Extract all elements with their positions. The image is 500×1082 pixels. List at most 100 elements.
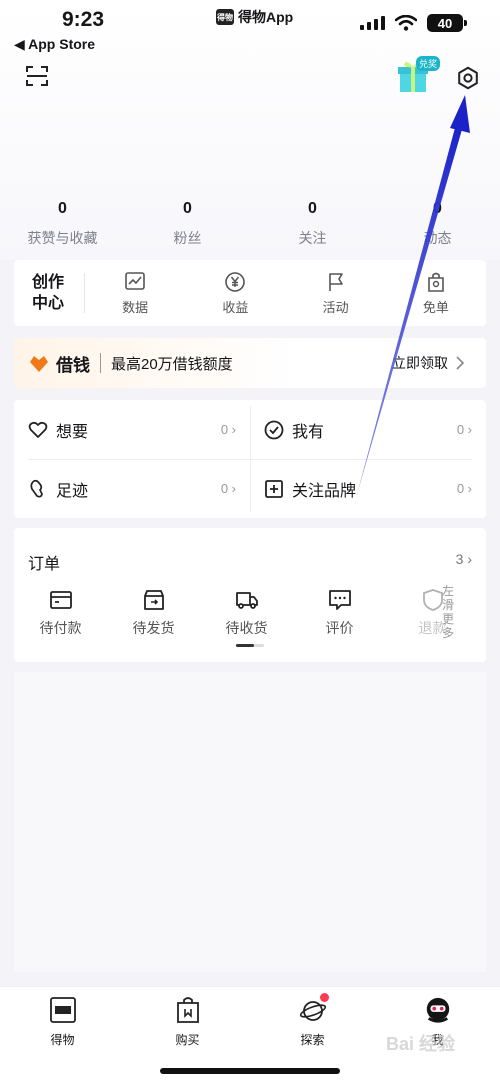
orders-count-value: 3 — [455, 551, 464, 567]
shield-icon — [422, 589, 443, 611]
loan-banner[interactable]: 借钱 最高20万借钱额度 立即领取 — [14, 338, 486, 388]
swipe-hint: 左滑更多 — [442, 584, 455, 640]
stat-posts[interactable]: 0 动态 — [375, 200, 500, 248]
count-value: 0 — [456, 422, 465, 437]
chart-icon — [125, 271, 145, 290]
watermark: Bai 经验 — [386, 1034, 456, 1054]
stat-value: 0 — [183, 200, 192, 217]
creator-center-card: 创作 中心 数据 收益 活动 免单 — [14, 260, 486, 326]
creator-item-data[interactable]: 数据 — [85, 271, 185, 316]
loan-name: 借钱 — [56, 355, 90, 375]
order-item-label: 待付款 — [39, 620, 82, 636]
stat-likes[interactable]: 0 获赞与收藏 — [0, 200, 125, 248]
order-item-label: 待收货 — [225, 620, 268, 636]
tab-label: 探索 — [300, 1033, 325, 1047]
favorite-want[interactable]: 想要 0 › — [14, 400, 250, 459]
tab-explore[interactable]: 探索 — [250, 987, 375, 1048]
stat-label: 粉丝 — [173, 230, 202, 246]
creator-item-earnings[interactable]: 收益 — [185, 271, 285, 316]
chevron-right-icon — [456, 356, 464, 370]
tab-label: 购买 — [175, 1033, 200, 1047]
battery-icon: 40 — [427, 14, 467, 32]
back-to-app-store[interactable]: ◀ App Store — [14, 36, 95, 53]
flag-icon — [328, 272, 343, 291]
creator-title-line: 中心 — [32, 295, 65, 312]
check-circle-icon — [264, 420, 284, 439]
creator-item-label: 活动 — [322, 299, 349, 315]
order-pending-receipt[interactable]: 待收货 — [200, 588, 293, 638]
favorite-count: 0 › — [220, 422, 236, 437]
footprint-icon — [30, 479, 43, 498]
order-refund[interactable]: 退款 — [386, 588, 479, 638]
dewu-logo-icon — [49, 995, 77, 1025]
heart-icon — [28, 421, 48, 438]
shopping-bag-icon — [174, 995, 202, 1025]
card-icon — [49, 591, 72, 609]
app-logo-icon: 得物 — [216, 9, 234, 25]
planet-icon — [299, 993, 329, 1025]
avatar-icon — [424, 995, 452, 1025]
order-pending-payment[interactable]: 待付款 — [14, 588, 107, 638]
gift-badge: 兑奖 — [416, 56, 441, 71]
favorite-label: 关注品牌 — [292, 482, 357, 500]
creator-item-label: 免单 — [422, 299, 449, 315]
stat-fans[interactable]: 0 粉丝 — [125, 200, 250, 248]
stat-label: 动态 — [423, 230, 452, 246]
creator-item-label: 数据 — [122, 299, 149, 315]
favorite-label: 我有 — [292, 423, 325, 441]
yen-icon — [225, 271, 246, 292]
content-placeholder — [14, 672, 486, 972]
creator-center-title[interactable]: 创作 中心 — [14, 272, 84, 314]
creator-title-line: 创作 — [32, 274, 65, 291]
order-review[interactable]: 评价 — [293, 588, 386, 638]
loan-cta-label: 立即领取 — [392, 355, 448, 371]
divider — [28, 459, 472, 460]
order-item-label: 评价 — [325, 620, 354, 636]
favorite-count: 0 › — [220, 481, 236, 496]
favorite-label: 想要 — [56, 423, 89, 441]
order-item-label: 待发货 — [132, 620, 175, 636]
creator-item-events[interactable]: 活动 — [286, 271, 386, 316]
favorite-footprints[interactable]: 足迹 0 › — [14, 459, 250, 518]
stat-label: 关注 — [298, 230, 327, 246]
tab-label: 得物 — [50, 1033, 75, 1047]
count-value: 0 — [220, 481, 229, 496]
favorite-owned[interactable]: 我有 0 › — [250, 400, 486, 459]
creator-item-free-order[interactable]: 免单 — [386, 271, 486, 316]
cellular-signal-icon — [360, 16, 385, 30]
gear-icon[interactable] — [456, 66, 480, 90]
order-pending-shipment[interactable]: 待发货 — [107, 588, 200, 638]
count-value: 0 — [456, 481, 465, 496]
favorite-count: 0 › — [456, 481, 472, 496]
orders-card: 订单 3 › 待付款 待发货 待收货 评价 退款 左滑更多 — [14, 528, 486, 662]
profile-stats: 0 获赞与收藏 0 粉丝 0 关注 0 动态 — [0, 200, 500, 248]
wifi-icon — [395, 15, 417, 31]
favorite-label: 足迹 — [56, 482, 89, 500]
box-icon — [143, 590, 164, 610]
tab-buy[interactable]: 购买 — [125, 987, 250, 1048]
comment-icon — [328, 590, 351, 610]
tab-dewu[interactable]: 得物 — [0, 987, 125, 1048]
scroll-indicator — [236, 644, 264, 647]
stat-value: 0 — [308, 200, 317, 217]
orders-count[interactable]: 3 › — [456, 551, 472, 567]
stat-value: 0 — [58, 200, 67, 217]
creator-items: 数据 收益 活动 免单 — [85, 271, 486, 316]
status-time: 9:23 — [62, 8, 105, 31]
stat-value: 0 — [433, 200, 442, 217]
stat-following[interactable]: 0 关注 — [250, 200, 375, 248]
orders-title[interactable]: 订单 — [28, 550, 60, 574]
status-bar: 9:23 ◀ App Store 得物 得物App 40 — [0, 0, 500, 56]
favorite-count: 0 › — [456, 422, 472, 437]
truck-icon — [235, 592, 258, 609]
app-name-label: 得物App — [238, 9, 294, 25]
loan-cta-button[interactable]: 立即领取 — [392, 353, 464, 373]
bag-icon — [428, 272, 444, 292]
favorites-card: 想要 0 › 我有 0 › 足迹 0 › 关注品牌 0 › — [14, 400, 486, 518]
order-items: 待付款 待发货 待收货 评价 退款 — [14, 588, 486, 638]
favorite-brands[interactable]: 关注品牌 0 › — [250, 459, 486, 518]
scan-icon[interactable] — [26, 66, 48, 86]
plus-square-icon — [265, 479, 283, 498]
home-indicator — [160, 1068, 340, 1074]
creator-item-label: 收益 — [222, 299, 249, 315]
